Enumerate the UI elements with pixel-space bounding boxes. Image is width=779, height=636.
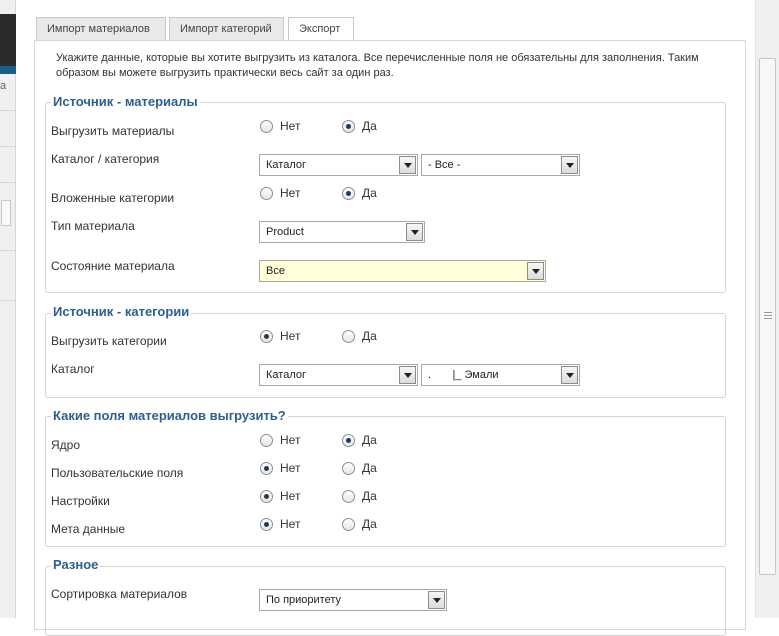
material-type-select[interactable]: Product	[259, 221, 425, 243]
sort-materials-select[interactable]: По приоритету	[259, 589, 447, 611]
section-title-categories: Источник - категории	[51, 304, 192, 319]
meta-data-label: Мета данные	[51, 522, 126, 536]
divider	[0, 250, 16, 251]
section-title-materials: Источник - материалы	[51, 94, 200, 109]
nested-categories-yes-radio[interactable]: Да	[342, 186, 377, 200]
grip-line	[764, 315, 772, 316]
radio-circle[interactable]	[260, 461, 273, 475]
blue-accent-bar	[0, 66, 16, 74]
sidebar-fragment-label: а	[0, 80, 7, 92]
categories-catalog-label: Каталог	[51, 362, 95, 376]
material-state-select[interactable]: Все	[259, 260, 546, 282]
grip-line	[764, 312, 772, 313]
radio-circle[interactable]	[260, 433, 273, 447]
vertical-scrollbar[interactable]	[755, 0, 779, 618]
radio-circle[interactable]	[260, 329, 273, 343]
nested-categories-no-radio[interactable]: Нет	[260, 186, 300, 200]
section-title-misc: Разное	[51, 557, 101, 572]
categories-catalog-select[interactable]: Каталог	[259, 364, 418, 386]
nested-categories-label: Вложенные категории	[51, 191, 175, 205]
material-type-label: Тип материала	[51, 219, 135, 233]
chevron-down-icon[interactable]	[561, 156, 578, 174]
divider	[0, 182, 16, 183]
tab-export[interactable]: Экспорт	[288, 17, 354, 42]
radio-circle[interactable]	[342, 329, 355, 343]
divider	[0, 300, 16, 301]
custom-fields-no-radio[interactable]: Нет	[260, 461, 300, 475]
radio-circle[interactable]	[342, 186, 355, 200]
section-title-fields: Какие поля материалов выгрузить?	[51, 408, 288, 423]
custom-fields-yes-radio[interactable]: Да	[342, 461, 377, 475]
collapsed-panel[interactable]	[1, 200, 11, 226]
categories-category-select[interactable]: . |_ Эмали	[421, 364, 580, 386]
radio-circle[interactable]	[260, 119, 273, 133]
core-yes-radio[interactable]: Да	[342, 433, 377, 447]
section-fields	[45, 416, 726, 547]
meta-data-no-radio[interactable]: Нет	[260, 517, 300, 531]
tab-import-materials[interactable]: Импорт материалов	[36, 17, 166, 41]
meta-data-yes-radio[interactable]: Да	[342, 517, 377, 531]
settings-yes-radio[interactable]: Да	[342, 489, 377, 503]
core-no-radio[interactable]: Нет	[260, 433, 300, 447]
radio-circle[interactable]	[342, 517, 355, 531]
chevron-down-icon[interactable]	[527, 262, 544, 280]
divider	[0, 110, 16, 111]
export-categories-label: Выгрузить категории	[51, 334, 167, 348]
background-window-strip: а	[0, 0, 16, 618]
custom-fields-label: Пользовательские поля	[51, 466, 184, 480]
core-label: Ядро	[51, 438, 81, 452]
chevron-down-icon[interactable]	[561, 366, 578, 384]
settings-label: Настройки	[51, 494, 110, 508]
chevron-down-icon[interactable]	[406, 223, 423, 241]
export-categories-no-radio[interactable]: Нет	[260, 329, 300, 343]
scrollbar-thumb[interactable]	[759, 58, 776, 575]
material-state-label: Состояние материала	[51, 259, 175, 273]
export-materials-yes-radio[interactable]: Да	[342, 119, 377, 133]
chevron-down-icon[interactable]	[399, 366, 416, 384]
intro-text: Укажите данные, которые вы хотите выгруз…	[56, 52, 699, 79]
chevron-down-icon[interactable]	[399, 156, 416, 174]
dark-header-block	[0, 14, 16, 66]
export-materials-label: Выгрузить материалы	[51, 124, 175, 138]
export-materials-no-radio[interactable]: Нет	[260, 119, 300, 133]
radio-circle[interactable]	[260, 489, 273, 503]
grip-line	[764, 318, 772, 319]
radio-circle[interactable]	[342, 489, 355, 503]
radio-circle[interactable]	[342, 119, 355, 133]
radio-circle[interactable]	[260, 517, 273, 531]
catalog-category-label: Каталог / категория	[51, 152, 160, 166]
materials-catalog-select[interactable]: Каталог	[259, 154, 418, 176]
sort-materials-label: Сортировка материалов	[51, 587, 188, 601]
materials-category-select[interactable]: - Все -	[421, 154, 580, 176]
radio-circle[interactable]	[260, 186, 273, 200]
radio-circle[interactable]	[342, 461, 355, 475]
settings-no-radio[interactable]: Нет	[260, 489, 300, 503]
chevron-down-icon[interactable]	[428, 591, 445, 609]
export-categories-yes-radio[interactable]: Да	[342, 329, 377, 343]
tab-import-categories[interactable]: Импорт категорий	[169, 17, 284, 41]
radio-circle[interactable]	[342, 433, 355, 447]
divider	[0, 146, 16, 147]
